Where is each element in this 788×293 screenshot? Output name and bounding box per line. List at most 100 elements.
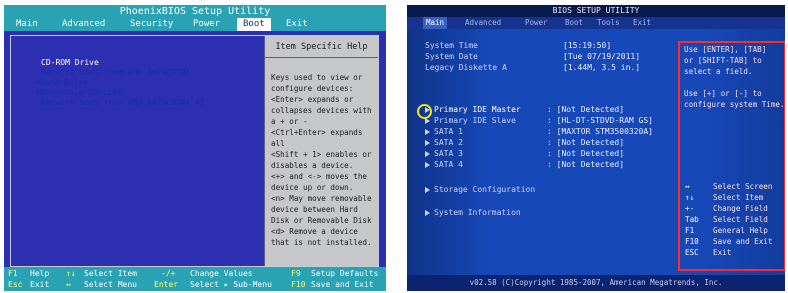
help-line: <n> May move removable — [271, 194, 372, 203]
arrow-right-icon — [425, 106, 430, 113]
drive-value: : [MAXTOR STM3500320A] — [547, 127, 653, 136]
ami-menu-advanced[interactable]: Advanced — [465, 17, 501, 29]
arrow-right-icon — [425, 186, 430, 193]
key-f1-label: Help — [30, 269, 50, 278]
system-date-value[interactable]: [Tue 07/19/2011] — [563, 52, 640, 61]
help-line: a + or - — [271, 117, 308, 126]
ami-key: Tab — [685, 215, 699, 224]
key-f9: F9 — [291, 269, 301, 278]
ami-menu-tools[interactable]: Tools — [597, 17, 620, 29]
boot-item-removable[interactable]: +Removable Devices — [35, 88, 122, 97]
arrow-right-icon — [425, 209, 430, 216]
ami-key: ↑↓ — [685, 193, 695, 202]
help-title: Item Specific Help — [275, 42, 368, 52]
key-updown-label: Select Item — [84, 269, 137, 278]
system-time-value[interactable]: [15:19:50] — [563, 41, 611, 50]
drive-value: : [Not Detected] — [547, 160, 625, 169]
key-plusminus-label: Change Values — [190, 269, 253, 278]
legacy-diskette-value[interactable]: [1.44M, 3.5 in.] — [563, 63, 640, 72]
help-line: Disk or Removable Disk — [271, 216, 372, 225]
drive-value: : [HL-DT-STDVD-RAM GS] — [547, 116, 653, 125]
phoenix-title: PhoenixBIOS Setup Utility — [4, 5, 386, 18]
boot-item-network-1[interactable]: Network boot from AMD Am79C970A — [41, 68, 190, 77]
legacy-diskette-label: Legacy Diskette A — [425, 63, 507, 72]
ami-copyright: v02.58 (C)Copyright 1985-2007, American … — [469, 278, 723, 287]
key-esc-label: Exit — [30, 280, 50, 289]
help-text-line: or [SHIFT-TAB] to — [684, 56, 762, 65]
key-enter-label: Select ▸ Sub-Menu — [190, 280, 272, 289]
ami-menu-exit[interactable]: Exit — [633, 17, 651, 29]
drive-sata-4[interactable]: SATA 4 — [425, 160, 463, 169]
boot-item-hard-drive[interactable]: +Hard Drive — [35, 78, 88, 87]
phoenix-menu-security[interactable]: Security — [124, 18, 179, 31]
key-esc: Esc — [8, 280, 23, 289]
help-text-line: Use [ENTER], [TAB] — [684, 45, 767, 54]
ami-key-desc: Select Screen — [713, 182, 773, 191]
key-leftright: ↔ — [66, 280, 71, 289]
arrow-right-icon — [425, 150, 430, 157]
help-line: all — [271, 139, 285, 148]
help-line: device up or down. — [271, 183, 354, 192]
ami-key: ESC — [685, 248, 699, 257]
ami-key: F10 — [685, 237, 699, 246]
phoenix-menu-boot[interactable]: Boot — [237, 18, 271, 31]
key-f9-label: Setup Defaults — [311, 269, 379, 278]
drive-label: SATA 1 — [434, 127, 463, 136]
item-help-panel: Item Specific Help Keys used to view or … — [265, 36, 378, 266]
drive-primary-master[interactable]: Primary IDE Master — [425, 105, 521, 114]
help-line: device between Hard — [271, 205, 358, 214]
phoenix-menu-main[interactable]: Main — [10, 18, 44, 31]
drive-value: : [Not Detected] — [547, 149, 625, 158]
boot-item-cdrom[interactable]: CD-ROM Drive — [41, 58, 99, 67]
help-line: Keys used to view or — [271, 73, 363, 82]
key-f1: F1 — [8, 269, 18, 278]
key-f10: F10 — [291, 280, 306, 289]
help-text-line: Use [+] or [-] to — [684, 89, 762, 98]
help-line: configure devices: — [271, 84, 354, 93]
ami-title: BIOS SETUP UTILITY — [552, 6, 640, 15]
ami-key: +- — [685, 204, 695, 213]
ami-key-desc: Save and Exit — [713, 237, 773, 246]
help-line: disables a device. — [271, 161, 354, 170]
phoenix-menu-exit[interactable]: Exit — [280, 18, 314, 31]
phoenix-footer: F1 Help ↑↓ Select Item -/+ Change Values… — [4, 267, 386, 291]
drive-label: SATA 4 — [434, 160, 463, 169]
drive-sata-3[interactable]: SATA 3 — [425, 149, 463, 158]
ami-menu-boot[interactable]: Boot — [565, 17, 583, 29]
phoenix-menu-power[interactable]: Power — [187, 18, 226, 31]
help-text-line: configure system Time. — [684, 100, 785, 109]
help-divider — [265, 57, 378, 58]
arrow-right-icon — [425, 128, 430, 135]
drive-sata-1[interactable]: SATA 1 — [425, 127, 463, 136]
drive-value: : [Not Detected] — [547, 138, 625, 147]
ami-key-desc: Select Field — [713, 215, 768, 224]
key-updown: ↑↓ — [66, 269, 76, 278]
arrow-right-icon — [425, 139, 430, 146]
help-line: <+> and <-> moves the — [271, 172, 368, 181]
help-line: <Shift + 1> enables or — [271, 150, 372, 159]
help-line: <Enter> expands or — [271, 95, 354, 104]
phoenix-main-panel: CD-ROM Drive Network boot from AMD Am79C… — [10, 35, 379, 267]
help-line: <Ctrl+Enter> expands — [271, 128, 363, 137]
drive-primary-slave[interactable]: Primary IDE Slave — [425, 116, 516, 125]
ami-key-desc: General Help — [713, 226, 768, 235]
system-information-item[interactable]: System Information — [425, 208, 521, 217]
help-text-line: select a field. — [684, 67, 753, 76]
ami-menu-power[interactable]: Power — [525, 17, 548, 29]
boot-item-network-2[interactable]: Network boot from AMD Am79C970A #2 — [41, 98, 205, 107]
storage-configuration-item[interactable]: Storage Configuration — [425, 185, 535, 194]
phoenix-menu-advanced[interactable]: Advanced — [56, 18, 111, 31]
drive-label: SATA 2 — [434, 138, 463, 147]
ami-menu-bar — [407, 17, 785, 29]
ami-menu-main[interactable]: Main — [423, 17, 448, 29]
drive-sata-2[interactable]: SATA 2 — [425, 138, 463, 147]
system-time-label: System Time — [425, 41, 478, 50]
system-date-label: System Date — [425, 52, 478, 61]
drive-label: SATA 3 — [434, 149, 463, 158]
drive-label: Primary IDE Slave — [434, 116, 516, 125]
help-line: that is not installed. — [271, 238, 372, 247]
ami-key-desc: Exit — [713, 248, 732, 257]
submenu-label: System Information — [434, 208, 521, 217]
drive-value: : [Not Detected] — [547, 105, 625, 114]
key-f10-label: Save and Exit — [311, 280, 374, 289]
